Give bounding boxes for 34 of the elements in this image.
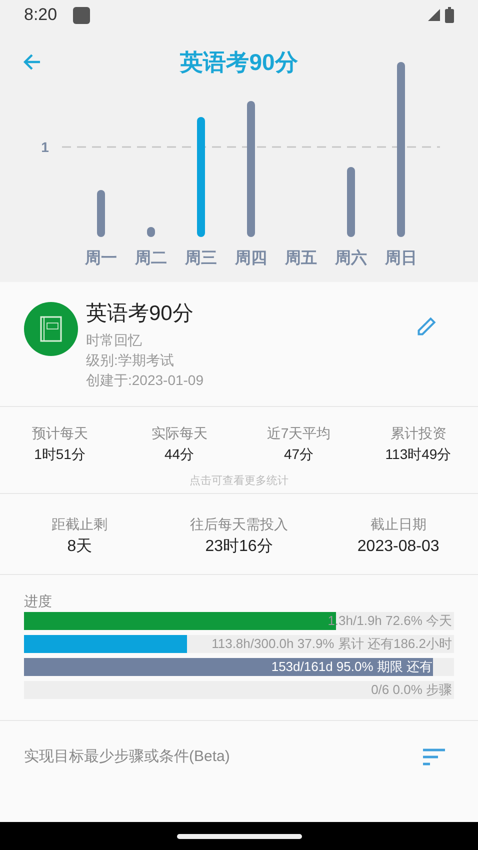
axis-label: 周二 (135, 250, 167, 267)
deadline-value: 23时16分 (204, 536, 274, 557)
axis-label: 周一 (85, 250, 117, 267)
axis-label: 周五 (285, 250, 317, 267)
goal-level: 级别:学期考试 (86, 350, 175, 370)
home-indicator[interactable] (176, 834, 302, 838)
stat-item[interactable]: 实际每天 44分 (120, 422, 239, 464)
section-title: 实现目标最少步骤或条件(Beta) (24, 746, 230, 767)
goal-created-date: 创建于:2023-01-09 (86, 370, 205, 390)
section-title: 进度 (24, 592, 53, 611)
deadline-value: 2023-08-03 (356, 537, 440, 557)
deadline-label: 往后每天需投入 (188, 515, 289, 534)
reference-line-label: 1 (41, 139, 49, 155)
progress-text: 0/6 0.0% 步骤 (371, 681, 452, 699)
notification-icon (73, 6, 90, 24)
axis-label: 周日 (385, 250, 417, 267)
axis-label: 周三 (185, 250, 217, 267)
progress-text: 113.8h/300.0h 37.9% 累计 还有186.2小时 (212, 635, 452, 653)
signal-icon (427, 8, 441, 22)
goal-title: 英语考90分 (86, 301, 194, 327)
stat-item[interactable]: 预计每天 1时51分 (0, 422, 120, 464)
battery-icon (445, 7, 454, 23)
status-time: 8:20 (24, 4, 58, 26)
axis-label: 周六 (335, 250, 367, 267)
goal-book-icon (24, 302, 78, 356)
stat-item[interactable]: 累计投资 113时49分 (358, 422, 478, 464)
page-title: 英语考90分 (180, 48, 298, 77)
goal-subtitle: 时常回忆 (86, 330, 143, 350)
stat-item[interactable]: 近7天平均 47分 (239, 422, 358, 464)
deadline-label: 截止日期 (369, 515, 428, 534)
axis-label: 周四 (235, 250, 267, 267)
deadline-label: 距截止剩 (50, 515, 109, 534)
progress-text: 153d/161d 95.0% 期限 还有 (271, 658, 432, 676)
deadline-value: 8天 (66, 537, 94, 557)
